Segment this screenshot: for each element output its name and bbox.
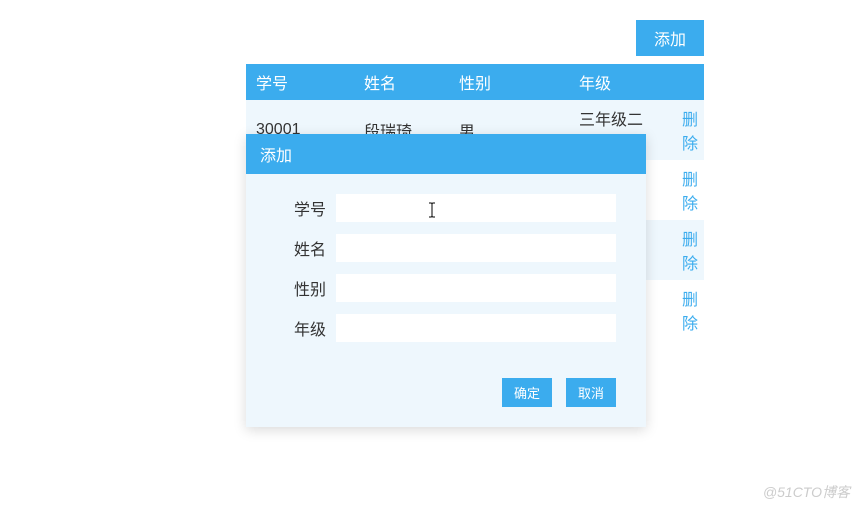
add-button[interactable]: 添加: [636, 20, 704, 56]
input-id[interactable]: [336, 194, 616, 222]
header-gender: 性别: [449, 64, 569, 100]
form-row-gender: 性别: [276, 274, 616, 302]
confirm-button[interactable]: 确定: [502, 378, 552, 407]
delete-link[interactable]: 删除: [682, 232, 698, 273]
label-name: 姓名: [276, 236, 336, 260]
delete-link[interactable]: 删除: [682, 112, 698, 153]
add-dialog: 添加 学号 姓名 性别 年级 确定 取消: [246, 134, 646, 427]
form-row-name: 姓名: [276, 234, 616, 262]
header-id: 学号: [246, 64, 354, 100]
label-id: 学号: [276, 196, 336, 220]
header-action: [664, 64, 704, 100]
input-gender[interactable]: [336, 274, 616, 302]
top-actions-bar: 添加: [246, 20, 704, 56]
input-grade[interactable]: [336, 314, 616, 342]
input-name[interactable]: [336, 234, 616, 262]
dialog-footer: 确定 取消: [246, 364, 646, 427]
form-row-grade: 年级: [276, 314, 616, 342]
dialog-body: 学号 姓名 性别 年级: [246, 174, 646, 364]
header-grade: 年级: [569, 64, 664, 100]
table-header-row: 学号 姓名 性别 年级: [246, 64, 704, 100]
delete-link[interactable]: 删除: [682, 292, 698, 333]
delete-link[interactable]: 删除: [682, 172, 698, 213]
label-gender: 性别: [276, 276, 336, 300]
cancel-button[interactable]: 取消: [566, 378, 616, 407]
dialog-title: 添加: [246, 134, 646, 174]
watermark-text: @51CTO博客: [763, 482, 850, 502]
form-row-id: 学号: [276, 194, 616, 222]
header-name: 姓名: [354, 64, 449, 100]
label-grade: 年级: [276, 316, 336, 340]
